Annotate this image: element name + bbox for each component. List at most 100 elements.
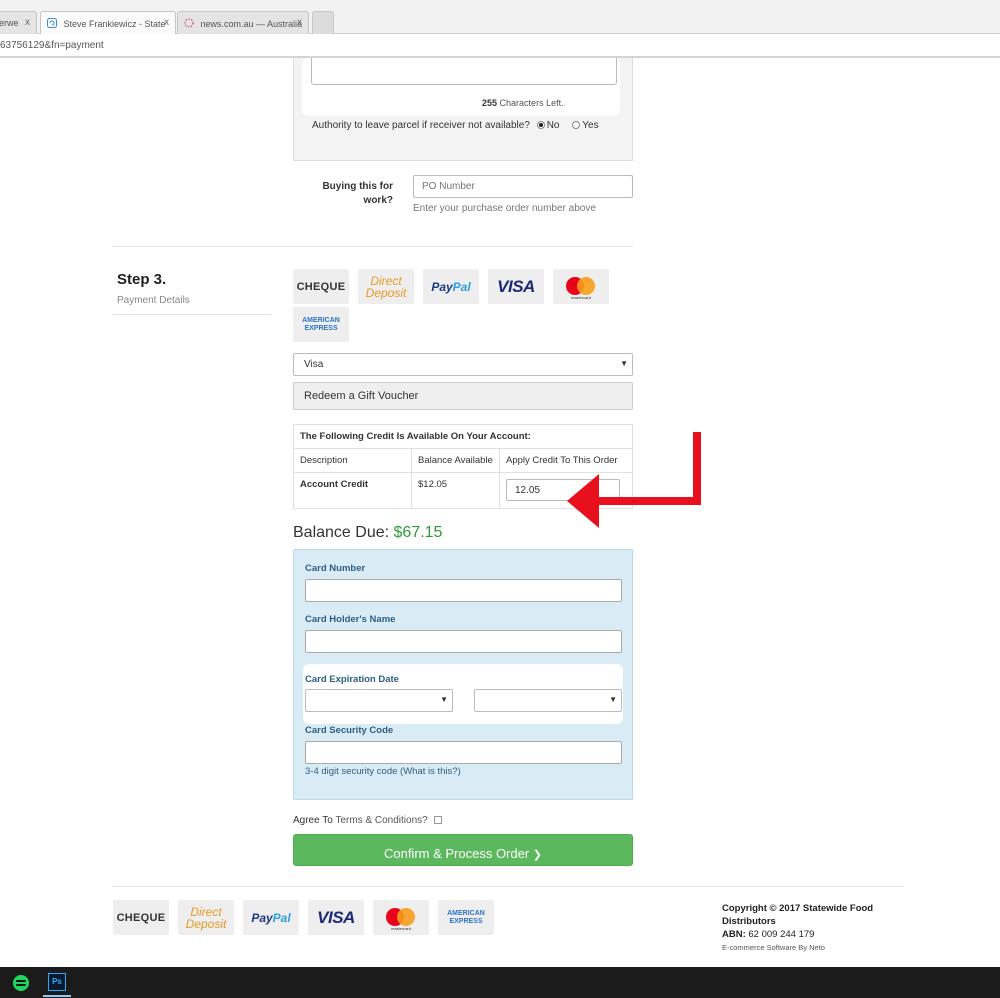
- amex-line2: EXPRESS: [304, 324, 338, 332]
- amex-logo: AMERICAN EXPRESS: [447, 910, 485, 926]
- new-tab-button[interactable]: [312, 11, 334, 34]
- paypal-logo: PayPal: [251, 911, 290, 925]
- delivery-instructions-textarea[interactable]: [311, 58, 617, 85]
- confirm-button-label: Confirm & Process Order: [383, 846, 530, 861]
- expiry-year-select[interactable]: ▼: [474, 689, 622, 712]
- address-bar[interactable]: 63756129&fn=payment: [0, 34, 1000, 58]
- card-number-input[interactable]: [305, 579, 622, 602]
- characters-left-text: Characters Left.: [499, 98, 564, 108]
- loading-icon: [184, 18, 194, 28]
- visa-logo: VISA: [497, 276, 535, 296]
- copyright-line2: Distributors: [722, 916, 776, 927]
- balance-label: Balance Due:: [293, 524, 390, 541]
- col-description: Description: [293, 448, 412, 473]
- radio-yes[interactable]: [572, 121, 581, 129]
- radio-no[interactable]: [536, 121, 545, 129]
- card-holder-label: Card Holder's Name: [305, 614, 396, 625]
- photoshop-icon[interactable]: Ps: [48, 973, 66, 991]
- abn-value: 62 009 244 179: [748, 929, 815, 940]
- step-title: Step 3.: [117, 271, 167, 288]
- mastercard-wordmark: mastercard: [390, 925, 411, 931]
- spotify-icon[interactable]: [13, 975, 29, 991]
- amex-line2: EXPRESS: [449, 917, 483, 925]
- close-icon[interactable]: x: [297, 17, 302, 28]
- copyright-line1: Copyright © 2017 Statewide Food: [722, 903, 874, 914]
- software-credit[interactable]: E-commerce Software By Neto: [722, 941, 873, 954]
- direct-deposit-payment-icon[interactable]: Direct Deposit: [358, 269, 414, 304]
- active-app-indicator: [43, 995, 71, 997]
- footer-copyright: Copyright © 2017 Statewide Food Distribu…: [722, 902, 873, 954]
- cheque-label: CHEQUE: [116, 911, 166, 924]
- step-subtitle: Payment Details: [117, 295, 190, 306]
- expiry-container: Card Expiration Date ▼ ▼: [303, 664, 623, 724]
- cheque-label: CHEQUE: [296, 280, 346, 293]
- footer-divider: [113, 886, 904, 887]
- balance-amount: $67.15: [393, 524, 443, 541]
- card-security-label: Card Security Code: [305, 725, 394, 736]
- browser-tab[interactable]: erwe x: [0, 11, 37, 34]
- card-expiry-label: Card Expiration Date: [305, 674, 399, 685]
- paypal-logo-a: Pay: [251, 910, 273, 925]
- step-divider: [113, 314, 271, 315]
- cheque-payment-icon[interactable]: CHEQUE: [293, 269, 349, 304]
- chevron-down-icon: ▼: [609, 695, 617, 704]
- paypal-logo-b: Pal: [452, 279, 471, 294]
- red-annotation-arrow: [567, 432, 701, 528]
- footer-amex-icon: AMERICAN EXPRESS: [438, 900, 494, 935]
- chevron-down-icon: ▼: [440, 695, 448, 704]
- remarks-container: 255 Characters Left.: [302, 58, 620, 116]
- po-label-line2: work?: [363, 195, 393, 206]
- row-description: Account Credit: [293, 472, 412, 509]
- characters-left-count: 255: [482, 98, 498, 108]
- delivery-options-panel: 255 Characters Left. Authority to leave …: [293, 58, 633, 161]
- close-icon[interactable]: x: [25, 17, 30, 28]
- browser-tab[interactable]: news.com.au — Australia x: [177, 11, 309, 34]
- card-security-input[interactable]: [305, 741, 622, 764]
- footer-mastercard-icon: mastercard: [373, 900, 429, 935]
- mastercard-logo: mastercard: [564, 275, 598, 300]
- amex-line1: AMERICAN: [302, 316, 340, 324]
- agree-prefix: Agree To: [293, 815, 333, 826]
- mastercard-wordmark: mastercard: [570, 294, 591, 300]
- confirm-order-button[interactable]: Confirm & Process Order ❯: [293, 834, 633, 866]
- paypal-logo-b: Pal: [272, 910, 291, 925]
- mastercard-payment-icon[interactable]: mastercard: [553, 269, 609, 304]
- card-holder-input[interactable]: [305, 630, 622, 653]
- mastercard-logo: mastercard: [384, 906, 418, 931]
- section-divider: [113, 246, 633, 247]
- amex-logo: AMERICAN EXPRESS: [302, 317, 340, 333]
- terms-checkbox[interactable]: [433, 816, 442, 824]
- close-icon[interactable]: x: [164, 17, 169, 28]
- direct-deposit-logo: Direct Deposit: [186, 906, 227, 930]
- row-balance: $12.05: [411, 472, 500, 509]
- characters-left: 255 Characters Left.: [482, 98, 564, 108]
- footer-direct-deposit-icon: Direct Deposit: [178, 900, 234, 935]
- browser-tab-bar: erwe x Steve Frankiewicz - State x news.…: [0, 0, 1000, 34]
- direct-deposit-line1: Direct: [190, 904, 222, 919]
- footer-paypal-icon: PayPal: [243, 900, 299, 935]
- amex-payment-icon[interactable]: AMERICAN EXPRESS: [293, 307, 349, 342]
- url-text: 63756129&fn=payment: [0, 40, 104, 51]
- chevron-down-icon: ▼: [620, 359, 628, 368]
- direct-deposit-line1: Direct: [370, 273, 402, 288]
- tab-title: Steve Frankiewicz - State: [63, 19, 166, 29]
- po-label: Buying this for work?: [313, 180, 393, 208]
- paypal-payment-icon[interactable]: PayPal: [423, 269, 479, 304]
- authority-label: Authority to leave parcel if receiver no…: [312, 120, 530, 131]
- terms-link[interactable]: Terms & Conditions?: [335, 815, 427, 826]
- chevron-right-icon: ❯: [532, 849, 543, 861]
- visa-payment-icon[interactable]: VISA: [488, 269, 544, 304]
- expiry-month-select[interactable]: ▼: [305, 689, 453, 712]
- radio-yes-label: Yes: [582, 120, 599, 131]
- radio-no-label: No: [546, 120, 560, 131]
- tab-title: news.com.au — Australia: [200, 19, 303, 29]
- browser-tab[interactable]: Steve Frankiewicz - State x: [40, 11, 176, 34]
- os-taskbar: Ps: [0, 967, 1000, 998]
- card-details-panel: Card Number Card Holder's Name Card Expi…: [293, 549, 633, 800]
- payment-method-select[interactable]: Visa ▼: [293, 353, 633, 376]
- po-number-input[interactable]: [413, 175, 633, 198]
- direct-deposit-line2: Deposit: [365, 285, 407, 300]
- redeem-voucher-button[interactable]: Redeem a Gift Voucher: [293, 382, 633, 410]
- security-code-help[interactable]: 3-4 digit security code (What is this?): [305, 766, 461, 777]
- balance-due: Balance Due: $67.15: [293, 524, 442, 542]
